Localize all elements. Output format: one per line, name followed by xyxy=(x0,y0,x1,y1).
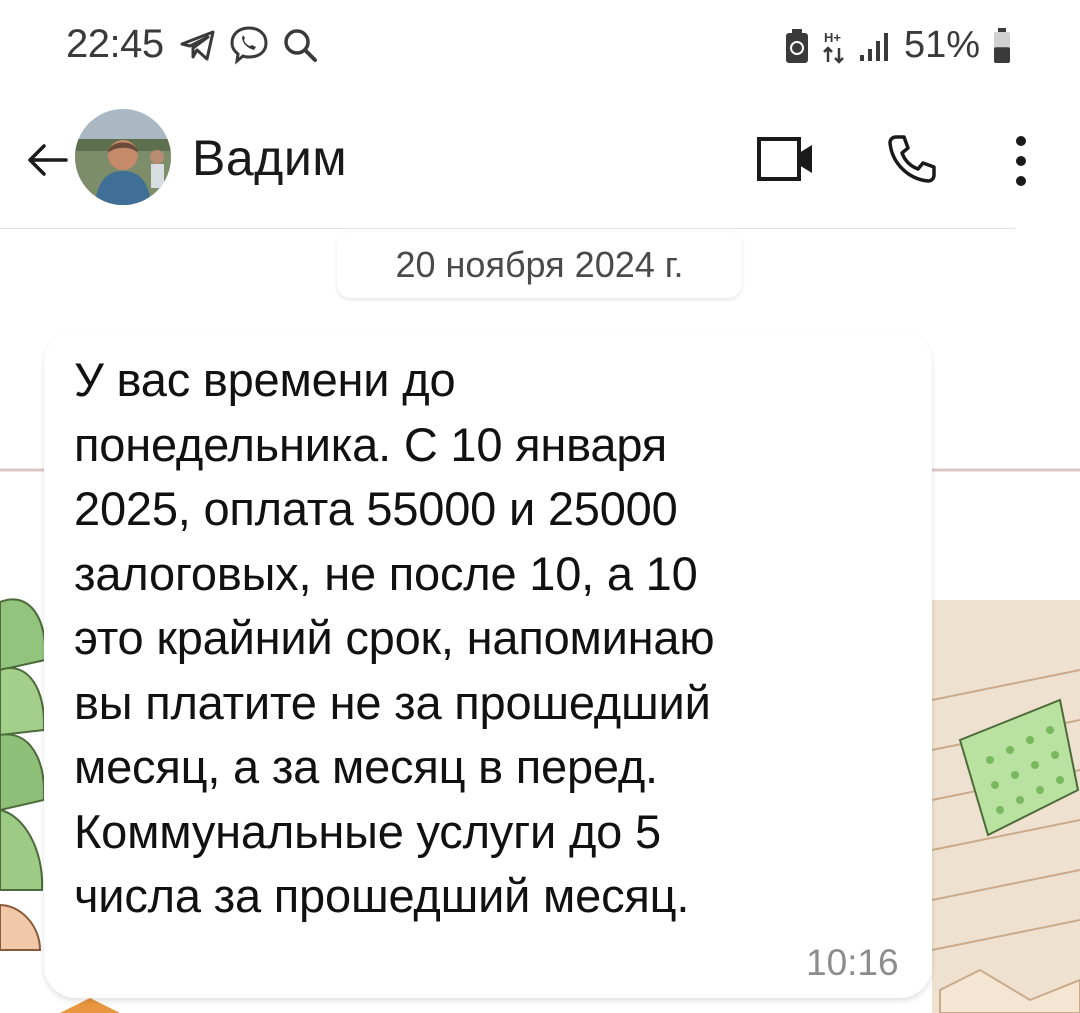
status-time: 22:45 xyxy=(66,22,164,66)
search-icon xyxy=(284,29,317,62)
message-timestamp: 10:16 xyxy=(806,942,899,983)
phone-icon[interactable] xyxy=(884,131,940,187)
svg-text:H+: H+ xyxy=(824,30,841,45)
battery-percent: 51% xyxy=(903,24,980,66)
header-divider xyxy=(0,228,1015,229)
data-transfer-icon: H+ xyxy=(823,30,844,64)
notification-icons xyxy=(178,24,320,66)
message-text: У вас времени до понедельника. С 10 янва… xyxy=(74,353,715,922)
battery-icon xyxy=(994,27,1010,63)
back-arrow-icon[interactable] xyxy=(22,135,72,185)
video-call-icon[interactable] xyxy=(755,133,817,185)
roof-illustration xyxy=(931,600,1080,1013)
status-bar: 22:45 H+ 51% xyxy=(0,0,1080,90)
telegram-icon xyxy=(180,30,215,61)
system-icons: H+ 51% xyxy=(784,24,1012,67)
date-separator: 20 ноября 2024 г. xyxy=(337,232,742,298)
chat-header: Вадим xyxy=(0,95,1080,225)
signal-icon xyxy=(859,32,888,61)
battery-saver-icon xyxy=(785,28,808,63)
avatar[interactable] xyxy=(75,109,171,205)
more-vert-icon[interactable] xyxy=(1006,131,1036,191)
viber-icon xyxy=(230,26,268,65)
contact-name[interactable]: Вадим xyxy=(192,129,347,187)
